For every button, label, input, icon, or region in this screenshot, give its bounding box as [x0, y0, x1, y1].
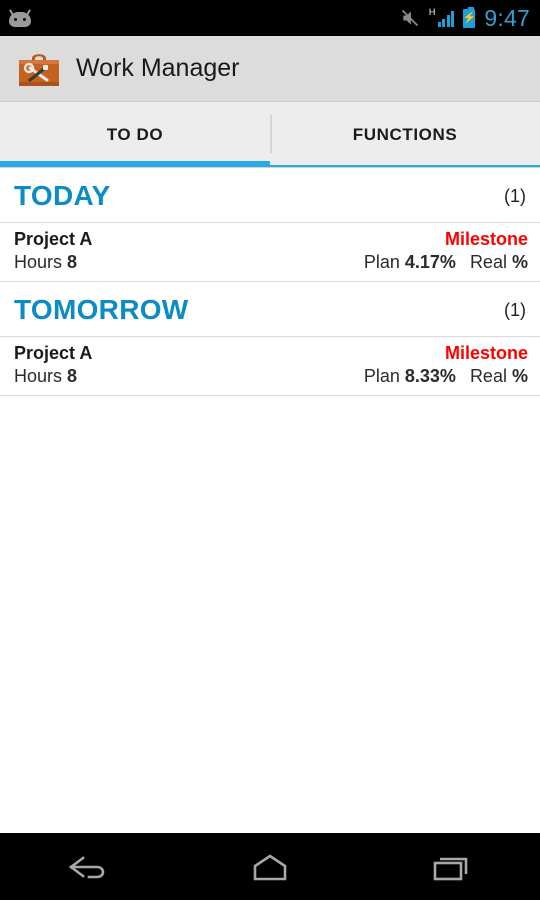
task-name: Project A	[14, 229, 93, 249]
signal-h-icon: H	[428, 7, 455, 27]
back-icon	[69, 855, 105, 878]
tab-to-do[interactable]: TO DO	[0, 102, 270, 167]
toolbox-app-icon[interactable]	[14, 45, 64, 93]
group-header-tomorrow: TOMORROW (1)	[0, 282, 540, 336]
tab-divider	[270, 115, 272, 153]
task-percent-metrics: Plan 8.33% Real %	[364, 366, 528, 387]
task-real-value: %	[511, 252, 528, 272]
status-bar: H ⚡ 9:47	[0, 0, 540, 36]
task-hours: Hours 8	[14, 366, 77, 387]
status-bar-system-icons: H ⚡ 9:47	[400, 5, 530, 32]
group-title: TOMORROW	[14, 294, 189, 325]
task-hours: Hours 8	[14, 252, 77, 273]
task-list[interactable]: TODAY (1) Project A Milestone Hours 8 Pl…	[0, 168, 540, 833]
group-title: TODAY	[14, 180, 111, 211]
task-row-secondary: Hours 8 Plan 4.17% Real %	[14, 252, 528, 273]
task-row[interactable]: Project A Milestone Hours 8 Plan 4.17% R…	[0, 222, 540, 282]
network-type-label: H	[428, 7, 436, 17]
nav-home-button[interactable]	[180, 833, 360, 900]
task-plan-label: Plan	[363, 366, 400, 386]
task-name: Project A	[14, 343, 93, 363]
recents-icon	[433, 857, 468, 880]
tab-functions-indicator	[270, 165, 540, 167]
vibrate-off-icon	[401, 9, 419, 27]
task-milestone-badge: Milestone	[444, 343, 528, 363]
system-navigation-bar	[0, 833, 540, 900]
task-row-primary: Project A Milestone	[14, 229, 528, 250]
task-real-value: %	[511, 366, 528, 386]
task-hours-value: 8	[67, 252, 78, 272]
android-robot-icon	[8, 9, 32, 27]
nav-back-button[interactable]	[0, 833, 180, 900]
tab-bar: TO DO FUNCTIONS	[0, 102, 540, 168]
task-hours-label: Hours	[14, 366, 63, 386]
status-bar-clock: 9:47	[484, 4, 530, 31]
task-plan: Plan 4.17%	[364, 252, 456, 273]
battery-charging-icon: ⚡	[463, 6, 476, 28]
task-plan-label: Plan	[363, 252, 400, 272]
task-real-label: Real	[469, 252, 507, 272]
task-real-label: Real	[469, 366, 507, 386]
task-real: Real %	[470, 252, 528, 273]
app-bar: Work Manager	[0, 36, 540, 102]
group-count: (1)	[504, 185, 526, 206]
status-bar-notifications	[8, 9, 32, 27]
task-percent-metrics: Plan 4.17% Real %	[364, 252, 528, 273]
task-plan-value: 4.17%	[404, 252, 456, 272]
task-row-primary: Project A Milestone	[14, 343, 528, 364]
tab-to-do-label: TO DO	[106, 124, 164, 144]
tab-functions-label: FUNCTIONS	[352, 124, 458, 144]
phone-screen: H ⚡ 9:47 Work Manager TO DO FUNCTIONS TO…	[0, 0, 540, 900]
task-hours-value: 8	[67, 366, 78, 386]
tab-to-do-indicator	[0, 161, 270, 167]
task-real: Real %	[470, 366, 528, 387]
task-milestone-badge: Milestone	[444, 229, 528, 249]
tab-functions[interactable]: FUNCTIONS	[270, 102, 540, 167]
app-title: Work Manager	[76, 54, 240, 82]
task-row-secondary: Hours 8 Plan 8.33% Real %	[14, 366, 528, 387]
home-icon	[253, 853, 287, 880]
task-plan-value: 8.33%	[404, 366, 456, 386]
task-hours-label: Hours	[14, 252, 63, 272]
task-row[interactable]: Project A Milestone Hours 8 Plan 8.33% R…	[0, 336, 540, 396]
group-header-today: TODAY (1)	[0, 168, 540, 222]
group-count: (1)	[504, 299, 526, 320]
nav-recents-button[interactable]	[360, 833, 540, 900]
task-plan: Plan 8.33%	[364, 366, 456, 387]
